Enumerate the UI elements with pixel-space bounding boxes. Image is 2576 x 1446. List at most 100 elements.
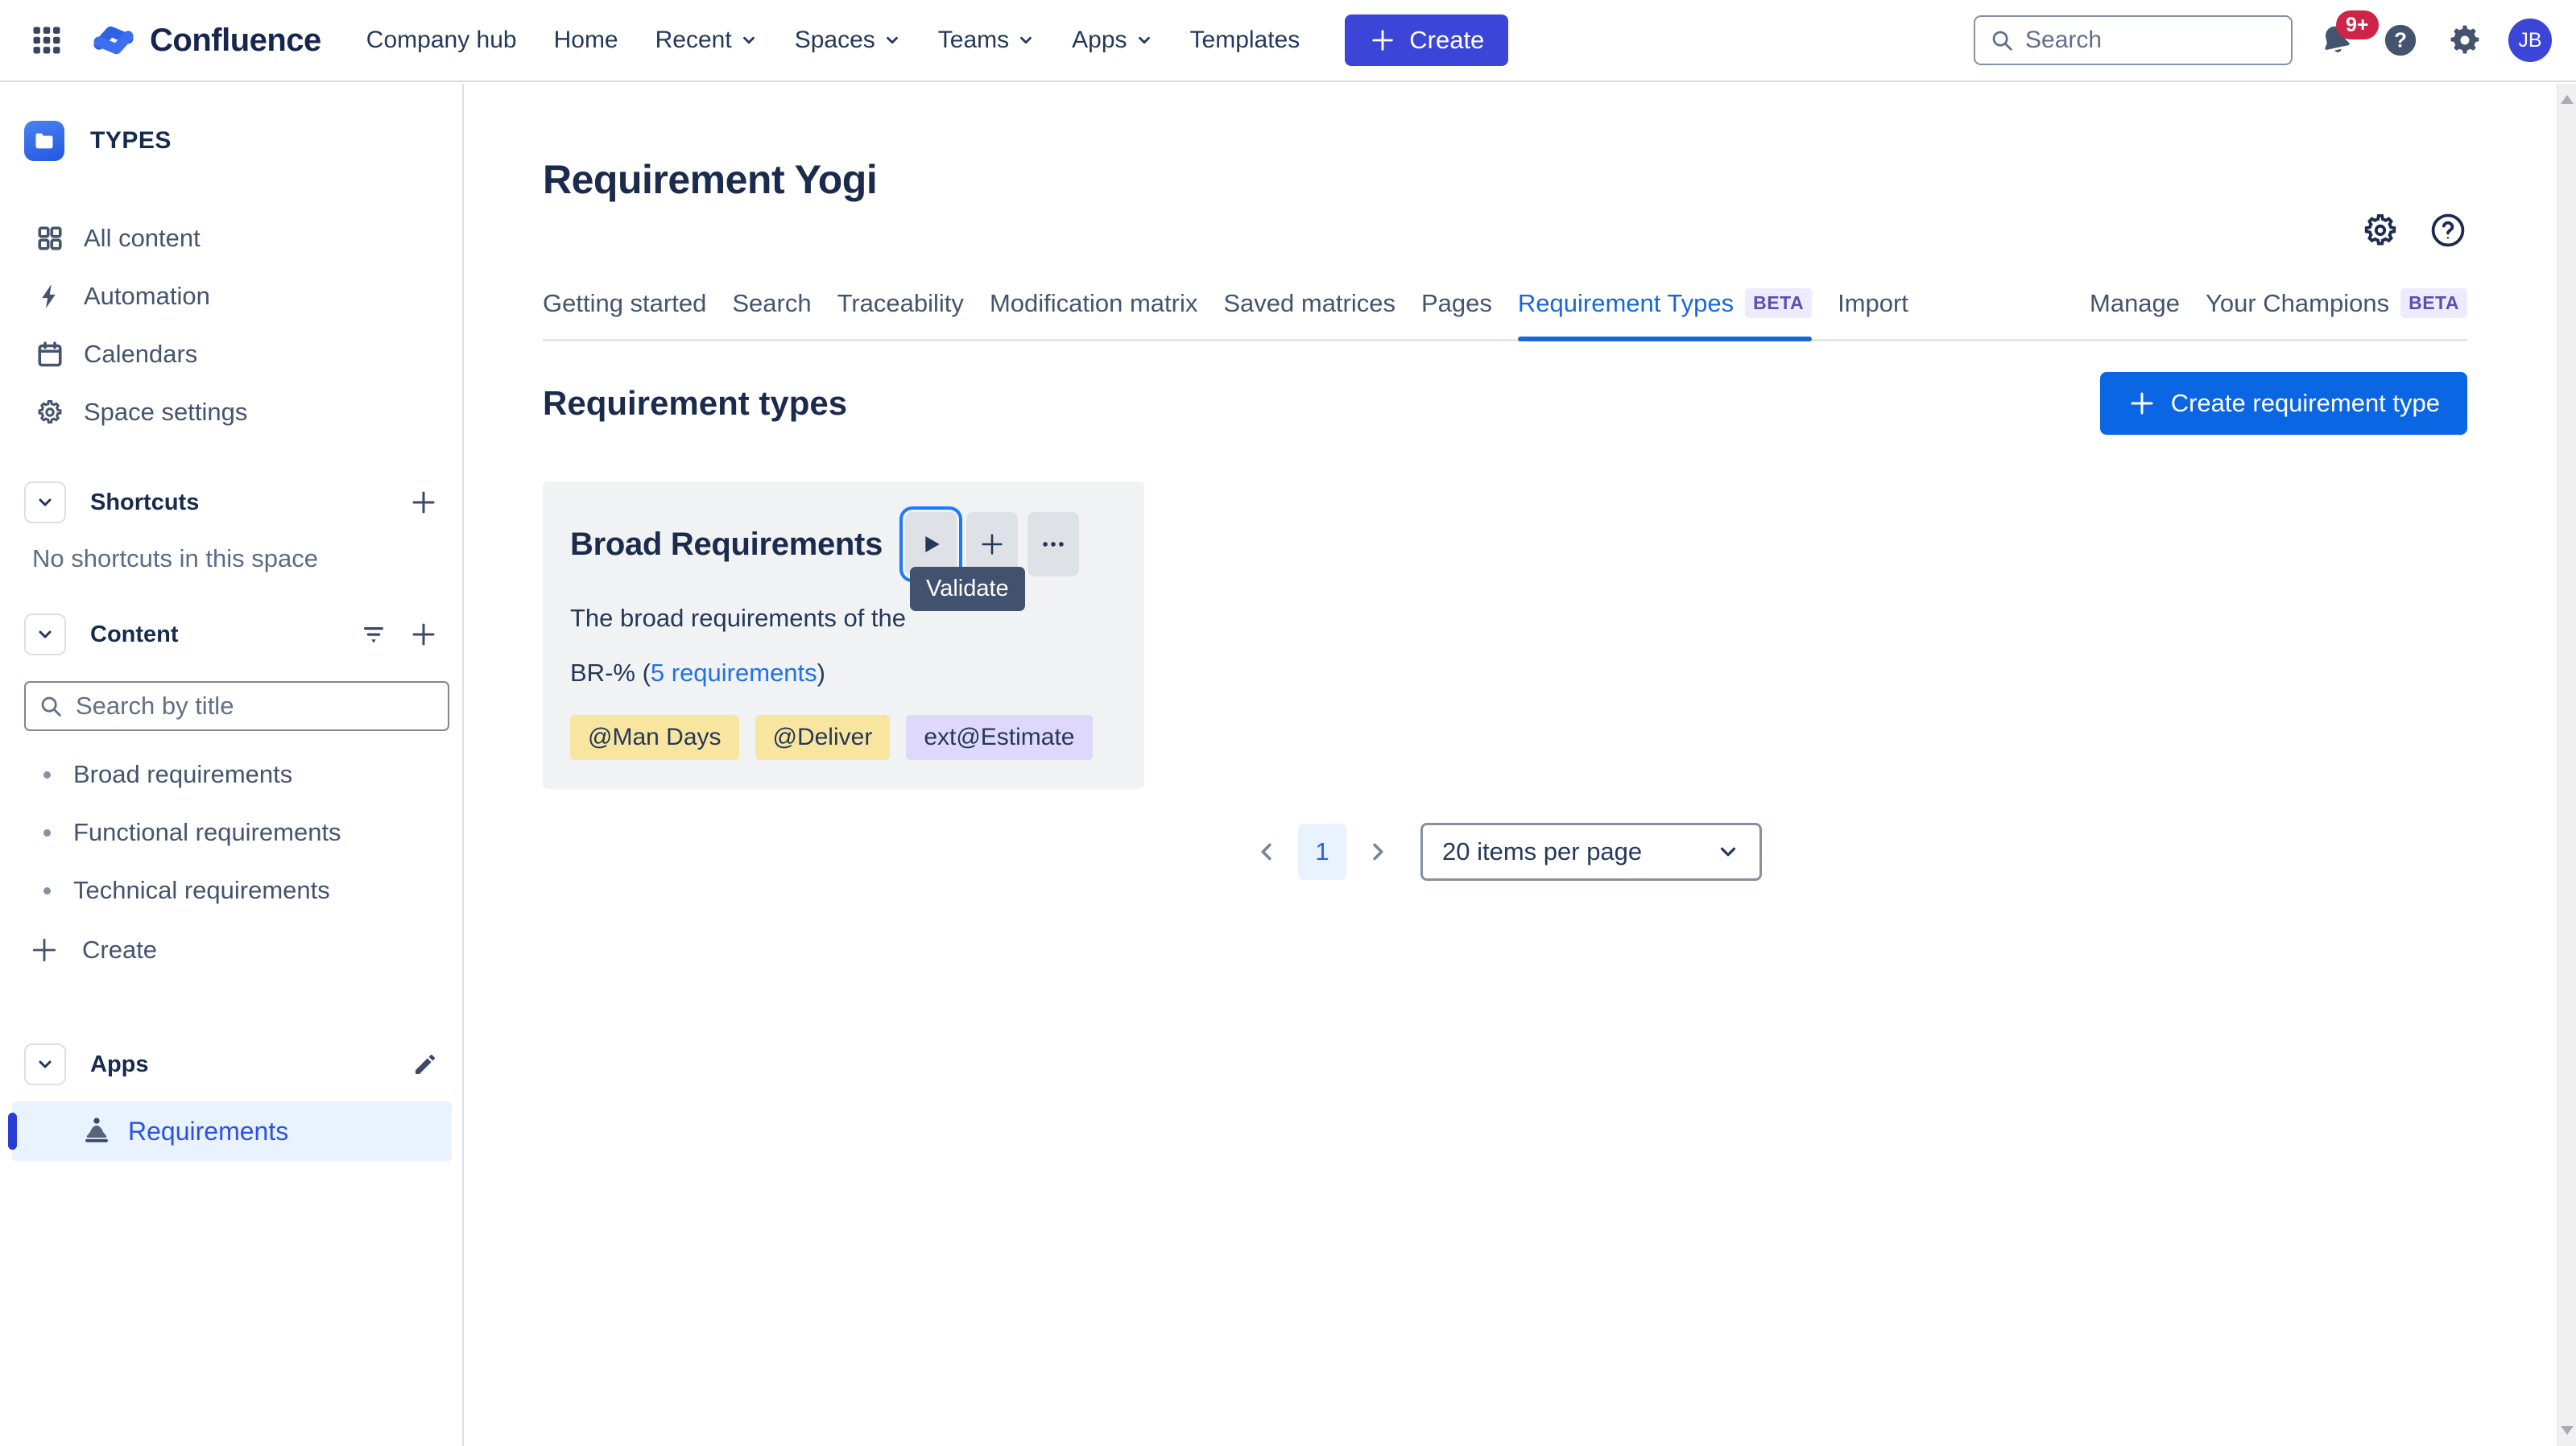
topnav-right-group: 9+ ? JB — [1974, 15, 2552, 65]
collapse-content-button[interactable] — [24, 614, 66, 655]
chevron-down-icon — [35, 625, 55, 644]
card-key-line: BR-% (5 requirements) — [570, 659, 1117, 688]
page-item-label: Technical requirements — [73, 876, 330, 905]
notification-badge: 9+ — [2336, 10, 2379, 39]
tab-import[interactable]: Import — [1838, 289, 1908, 339]
tab-manage[interactable]: Manage — [2090, 289, 2180, 339]
chevron-down-icon — [1017, 31, 1035, 49]
chevron-down-icon — [35, 1055, 55, 1074]
main-content: Requirement Yogi Getting started Search … — [465, 84, 2576, 1446]
apps-title: Apps — [90, 1051, 149, 1078]
tag: @Deliver — [755, 715, 891, 760]
shortcuts-empty-message: No shortcuts in this space — [0, 528, 462, 573]
tab-bar: Getting started Search Traceability Modi… — [543, 288, 2467, 341]
help-button[interactable]: ? — [2380, 15, 2421, 65]
chevron-right-icon — [1363, 838, 1391, 866]
settings-button[interactable] — [2444, 15, 2486, 65]
chevron-down-icon — [883, 31, 901, 49]
bullet-icon — [43, 887, 51, 894]
content-search-input[interactable] — [76, 692, 435, 721]
play-icon — [918, 531, 944, 557]
page-actions — [2361, 211, 2467, 250]
page-item-technical-requirements[interactable]: Technical requirements — [0, 861, 462, 919]
brand-name: Confluence — [150, 23, 321, 59]
page-item-functional-requirements[interactable]: Functional requirements — [0, 804, 462, 861]
sidebar-create-label: Create — [82, 936, 157, 965]
nav-recent[interactable]: Recent — [655, 27, 758, 54]
global-create-button[interactable]: Create — [1345, 14, 1508, 66]
content-search[interactable] — [24, 681, 449, 731]
page-settings-button[interactable] — [2361, 211, 2400, 250]
add-shortcut-button[interactable] — [409, 488, 438, 517]
card-title: Broad Requirements — [570, 527, 883, 563]
app-switcher-icon[interactable] — [24, 18, 69, 63]
confluence-logo[interactable]: Confluence — [90, 17, 321, 64]
page-number-current[interactable]: 1 — [1298, 824, 1346, 880]
tab-requirement-types[interactable]: Requirement Types BETA — [1518, 288, 1812, 339]
search-input[interactable] — [2025, 27, 2276, 54]
tab-saved-matrices[interactable]: Saved matrices — [1223, 289, 1396, 339]
nav-home[interactable]: Home — [554, 27, 618, 54]
requirements-count-link[interactable]: 5 requirements — [651, 659, 817, 687]
scroll-up-arrow-icon[interactable] — [2561, 95, 2574, 104]
tab-search[interactable]: Search — [732, 289, 811, 339]
apps-section-header: Apps — [0, 1039, 462, 1090]
edit-apps-button[interactable] — [412, 1051, 438, 1077]
chevron-down-icon — [35, 493, 55, 512]
notifications-button[interactable]: 9+ — [2315, 15, 2357, 65]
section-title: Requirement types — [543, 384, 847, 423]
page-help-button[interactable] — [2429, 211, 2467, 250]
vertical-scrollbar[interactable] — [2557, 84, 2576, 1446]
space-avatar-icon — [24, 121, 64, 161]
pencil-icon — [412, 1051, 438, 1077]
sidebar-item-calendars[interactable]: Calendars — [0, 325, 462, 383]
shortcuts-title: Shortcuts — [90, 490, 199, 516]
filter-content-button[interactable] — [359, 620, 388, 649]
page-item-broad-requirements[interactable]: Broad requirements — [0, 746, 462, 804]
help-icon: ? — [2382, 22, 2419, 59]
sidebar-item-all-content[interactable]: All content — [0, 209, 462, 267]
primary-nav: Company hub Home Recent Spaces Teams App… — [366, 27, 1300, 54]
user-avatar[interactable]: JB — [2508, 19, 2552, 62]
sidebar-create-button[interactable]: Create — [0, 921, 462, 979]
page-size-select[interactable]: 20 items per page — [1420, 823, 1762, 881]
nav-spaces[interactable]: Spaces — [795, 27, 901, 54]
tab-pages[interactable]: Pages — [1421, 289, 1492, 339]
nav-company-hub[interactable]: Company hub — [366, 27, 517, 54]
sidebar-item-requirements[interactable]: Requirements — [12, 1101, 452, 1161]
page-title: Requirement Yogi — [543, 156, 2467, 203]
collapse-apps-button[interactable] — [24, 1043, 66, 1085]
sidebar-item-automation[interactable]: Automation — [0, 267, 462, 325]
tab-traceability[interactable]: Traceability — [837, 289, 964, 339]
plus-icon — [1369, 27, 1396, 54]
scroll-down-arrow-icon[interactable] — [2561, 1426, 2574, 1435]
nav-apps[interactable]: Apps — [1072, 27, 1152, 54]
plus-icon — [409, 488, 438, 517]
space-name: TYPES — [90, 127, 172, 155]
tag: @Man Days — [570, 715, 739, 760]
nav-teams[interactable]: Teams — [938, 27, 1035, 54]
add-content-button[interactable] — [409, 620, 438, 649]
page-item-label: Functional requirements — [73, 818, 341, 847]
plus-icon — [2127, 389, 2156, 418]
gear-icon — [35, 398, 64, 427]
collapse-shortcuts-button[interactable] — [24, 481, 66, 523]
chevron-down-icon — [740, 31, 758, 49]
sidebar-item-space-settings[interactable]: Space settings — [0, 383, 462, 441]
lightning-icon — [35, 282, 64, 311]
next-page-button[interactable] — [1358, 832, 1396, 871]
yoga-icon — [80, 1114, 114, 1148]
space-header[interactable]: TYPES — [0, 121, 462, 161]
more-actions-button[interactable] — [1028, 512, 1079, 576]
nav-templates[interactable]: Templates — [1190, 27, 1300, 54]
plus-icon — [978, 531, 1006, 558]
tab-modification-matrix[interactable]: Modification matrix — [990, 289, 1197, 339]
tab-getting-started[interactable]: Getting started — [543, 289, 706, 339]
global-search[interactable] — [1974, 15, 2293, 65]
ellipsis-icon — [1040, 531, 1067, 558]
beta-badge: BETA — [2400, 288, 2467, 318]
previous-page-button[interactable] — [1248, 832, 1287, 871]
create-requirement-type-button[interactable]: Create requirement type — [2100, 372, 2467, 435]
chevron-left-icon — [1254, 838, 1281, 866]
tab-your-champions[interactable]: Your Champions BETA — [2206, 288, 2467, 339]
